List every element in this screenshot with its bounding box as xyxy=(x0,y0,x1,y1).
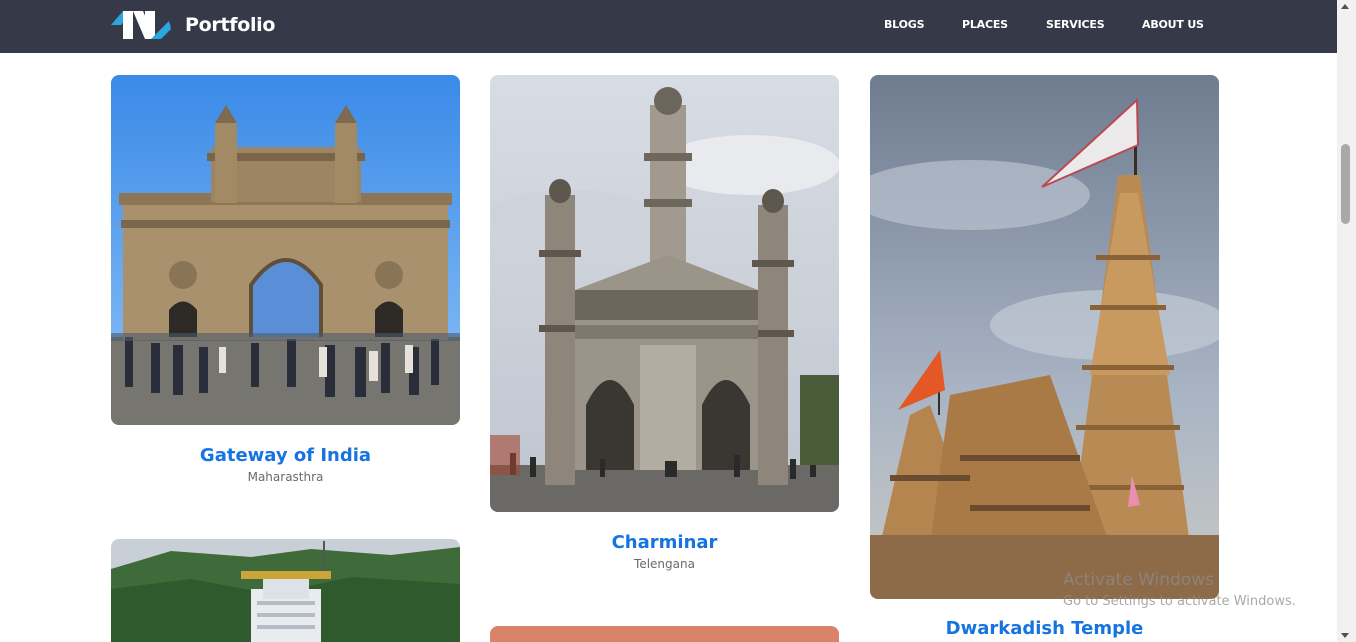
card-title[interactable]: Gateway of India xyxy=(111,445,460,466)
navbar: Portfolio BLOGS PLACES SERVICES ABOUT US xyxy=(0,0,1337,53)
gateway-image[interactable] xyxy=(111,75,460,425)
dwarkadish-image[interactable] xyxy=(870,75,1219,599)
scroll-up-arrow-icon[interactable] xyxy=(1341,4,1349,9)
place-card-dwarkadish[interactable]: Dwarkadish Temple xyxy=(870,75,1219,642)
partial-card-image[interactable] xyxy=(490,626,839,642)
place-card-partial[interactable] xyxy=(490,626,839,642)
nav-link-services[interactable]: SERVICES xyxy=(1046,18,1105,31)
portfolio-logo-icon xyxy=(111,11,171,39)
temple-image[interactable] xyxy=(111,539,460,642)
place-card-gateway[interactable]: Gateway of India Maharasthra xyxy=(111,75,460,495)
place-card-charminar[interactable]: Charminar Telengana xyxy=(490,75,839,575)
vertical-scrollbar[interactable] xyxy=(1337,0,1356,642)
nav-link-blogs[interactable]: BLOGS xyxy=(884,18,925,31)
nav-link-about-us[interactable]: ABOUT US xyxy=(1142,18,1204,31)
card-subtitle: Telengana xyxy=(634,557,695,571)
scroll-thumb[interactable] xyxy=(1341,144,1350,224)
brand-name: Portfolio xyxy=(185,14,276,36)
nav-link-places[interactable]: PLACES xyxy=(962,18,1008,31)
scroll-down-arrow-icon[interactable] xyxy=(1341,633,1349,638)
card-title[interactable]: Dwarkadish Temple xyxy=(870,618,1219,639)
place-card-temple-partial[interactable] xyxy=(111,539,460,642)
charminar-image[interactable] xyxy=(490,75,839,512)
card-title[interactable]: Charminar xyxy=(490,532,839,553)
card-subtitle: Maharasthra xyxy=(247,470,324,484)
brand[interactable]: Portfolio xyxy=(111,9,275,41)
